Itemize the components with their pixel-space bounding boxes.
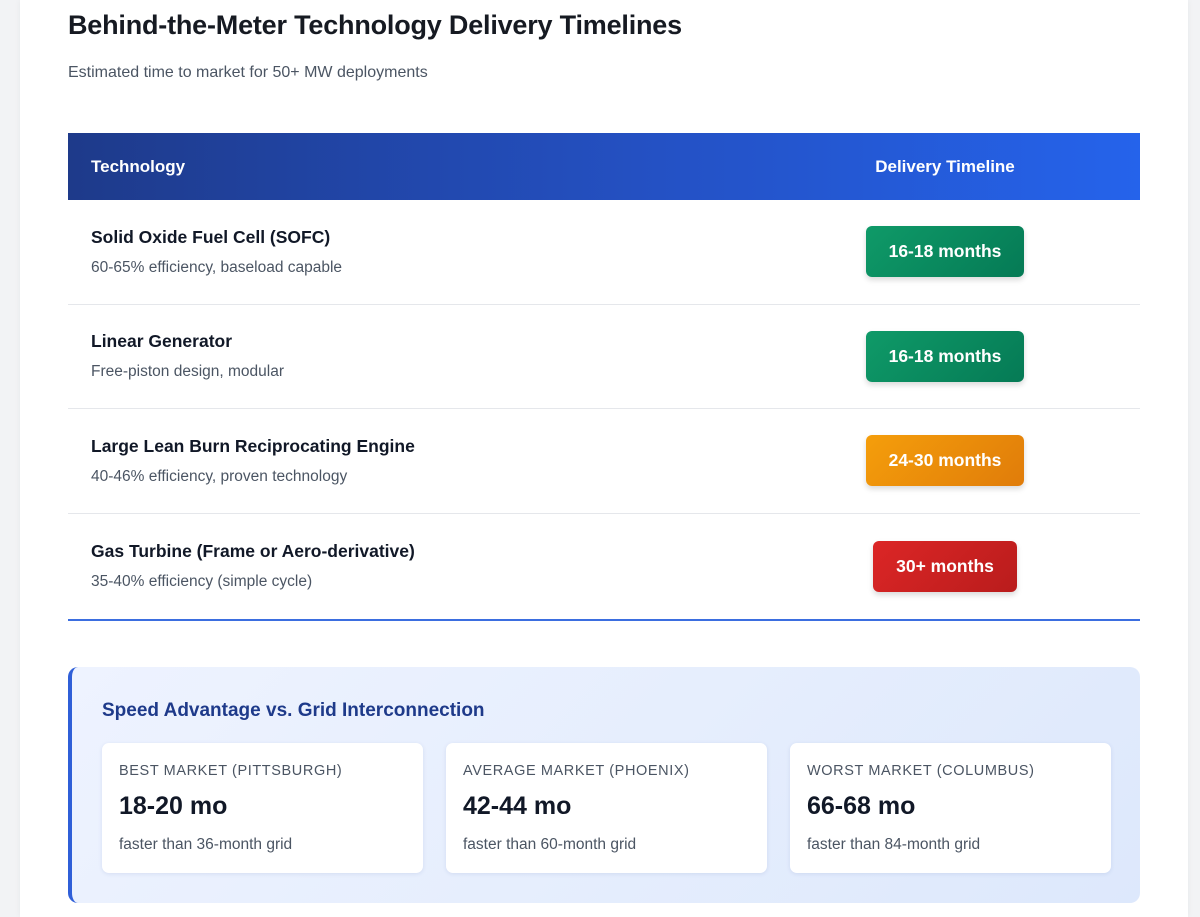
technology-description: 40-46% efficiency, proven technology xyxy=(91,467,348,485)
timeline-cell: 16-18 months xyxy=(750,330,1140,382)
timeline-cell: 30+ months xyxy=(750,540,1140,592)
timeline-table: Technology Delivery Timeline Solid Oxide… xyxy=(68,133,1140,621)
technology-description: 60-65% efficiency, baseload capable xyxy=(91,258,343,276)
market-card-average: Average Market (Phoenix) 42-44 mo faster… xyxy=(446,743,767,873)
timeline-badge: 16-18 months xyxy=(865,330,1025,382)
technology-cell: Linear Generator Free-piston design, mod… xyxy=(68,331,750,381)
market-card-value: 18-20 mo xyxy=(119,792,228,820)
technology-description: 35-40% efficiency (simple cycle) xyxy=(91,573,313,590)
timeline-cell: 24-30 months xyxy=(750,435,1140,487)
technology-description: Free-piston design, modular xyxy=(91,363,284,381)
technology-name: Linear Generator xyxy=(91,331,233,352)
market-card-value: 42-44 mo xyxy=(463,792,572,820)
market-cards: Best Market (Pittsburgh) 18-20 mo faster… xyxy=(102,743,1111,873)
market-card-note: faster than 84-month grid xyxy=(807,836,981,853)
market-card-best: Best Market (Pittsburgh) 18-20 mo faster… xyxy=(102,743,423,873)
page-title: Behind-the-Meter Technology Delivery Tim… xyxy=(68,10,682,40)
market-card-label: Best Market (Pittsburgh) xyxy=(119,763,343,779)
market-card-value: 66-68 mo xyxy=(807,792,916,820)
timeline-badge: 16-18 months xyxy=(865,226,1025,278)
speed-advantage-title: Speed Advantage vs. Grid Interconnection xyxy=(102,700,485,721)
table-row: Gas Turbine (Frame or Aero-derivative) 3… xyxy=(68,514,1140,619)
timeline-badge: 30+ months xyxy=(873,540,1017,592)
page-subtitle: Estimated time to market for 50+ MW depl… xyxy=(68,64,428,81)
table-row: Solid Oxide Fuel Cell (SOFC) 60-65% effi… xyxy=(68,200,1140,305)
table-row: Large Lean Burn Reciprocating Engine 40-… xyxy=(68,409,1140,514)
page: Behind-the-Meter Technology Delivery Tim… xyxy=(20,0,1188,917)
market-card-note: faster than 60-month grid xyxy=(463,836,637,853)
technology-name: Solid Oxide Fuel Cell (SOFC) xyxy=(91,226,331,247)
column-header-technology: Technology xyxy=(91,156,186,176)
market-card-worst: Worst Market (Columbus) 66-68 mo faster … xyxy=(790,743,1111,873)
table-header: Technology Delivery Timeline xyxy=(68,133,1140,200)
market-card-label: Average Market (Phoenix) xyxy=(463,763,690,779)
timeline-badge: 24-30 months xyxy=(865,435,1025,487)
table-row: Linear Generator Free-piston design, mod… xyxy=(68,305,1140,409)
technology-cell: Solid Oxide Fuel Cell (SOFC) 60-65% effi… xyxy=(68,227,750,277)
technology-cell: Large Lean Burn Reciprocating Engine 40-… xyxy=(68,436,750,486)
speed-advantage-panel: Speed Advantage vs. Grid Interconnection… xyxy=(68,667,1140,903)
market-card-label: Worst Market (Columbus) xyxy=(807,763,1035,779)
technology-cell: Gas Turbine (Frame or Aero-derivative) 3… xyxy=(68,541,750,591)
timeline-cell: 16-18 months xyxy=(750,226,1140,278)
technology-name: Large Lean Burn Reciprocating Engine xyxy=(91,435,415,456)
technology-name: Gas Turbine (Frame or Aero-derivative) xyxy=(91,541,415,561)
market-card-note: faster than 36-month grid xyxy=(119,836,293,853)
column-header-delivery-timeline: Delivery Timeline xyxy=(875,156,1015,176)
